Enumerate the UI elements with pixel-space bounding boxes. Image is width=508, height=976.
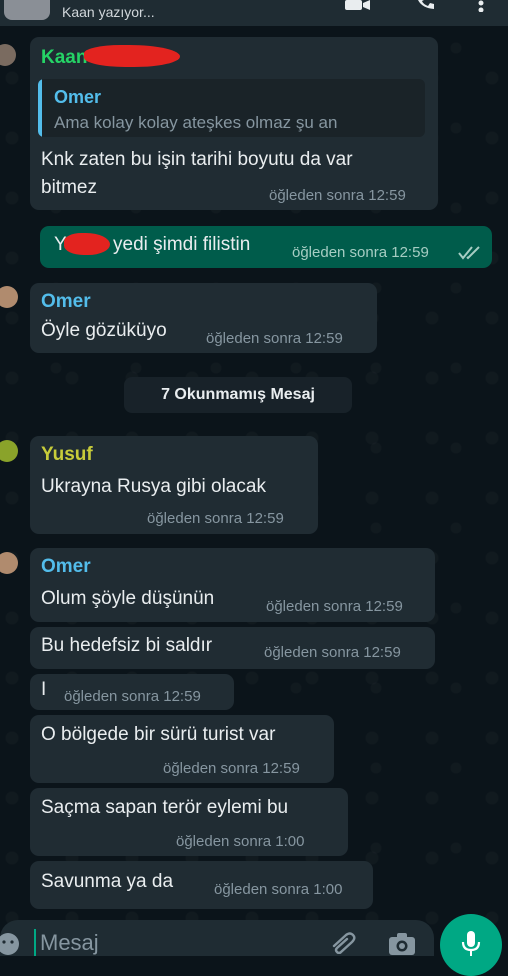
attach-icon[interactable] (330, 932, 358, 954)
message-composer[interactable]: Mesaj (0, 920, 434, 956)
message-time: öğleden sonra 12:59 (266, 598, 403, 615)
message-text: Bu hedefsiz bi saldır (41, 635, 213, 656)
message-time: öğleden sonra 12:59 (163, 760, 300, 777)
message-text: Ukrayna Rusya gibi olacak (41, 476, 266, 497)
message-bubble[interactable]: I öğleden sonra 12:59 (30, 674, 234, 710)
message-bubble[interactable]: Omer Öyle gözüküyo öğleden sonra 12:59 (30, 283, 377, 353)
message-bubble[interactable]: Yusuf Ukrayna Rusya gibi olacak öğleden … (30, 436, 318, 534)
text-cursor (34, 929, 36, 956)
quoted-message[interactable]: Omer Ama kolay kolay ateşkes olmaz şu an (38, 79, 425, 137)
outgoing-message-bubble[interactable]: Y yedi şimdi filistin öğleden sonra 12:5… (40, 226, 492, 268)
sender-name: Omer (41, 291, 91, 312)
message-text: yedi şimdi filistin (113, 234, 251, 255)
message-time: öğleden sonra 12:59 (264, 644, 401, 661)
message-time: öğleden sonra 12:59 (269, 187, 406, 204)
message-bubble[interactable]: Kaan Omer Ama kolay kolay ateşkes olmaz … (30, 37, 438, 210)
message-bubble[interactable]: O bölgede bir sürü turist var öğleden so… (30, 715, 334, 783)
message-input[interactable]: Mesaj (40, 930, 99, 956)
message-bubble[interactable]: Omer Olum şöyle düşünün öğleden sonra 12… (30, 548, 435, 622)
phone-icon[interactable] (416, 0, 436, 10)
message-text: Saçma sapan terör eylemi bu (41, 797, 289, 818)
message-time: öğleden sonra 1:00 (176, 833, 305, 850)
unread-messages-divider: 7 Okunmamış Mesaj (124, 377, 352, 413)
sender-name: Kaan (41, 47, 88, 68)
sender-name: Omer (41, 556, 91, 577)
message-text: Savunma ya da (41, 871, 174, 892)
message-time: öğleden sonra 12:59 (206, 330, 343, 347)
quote-bar (38, 79, 42, 137)
contact-photo[interactable] (4, 0, 50, 20)
message-time: öğleden sonra 12:59 (292, 244, 429, 261)
message-time: öğleden sonra 12:59 (64, 688, 201, 705)
emoji-icon[interactable] (0, 932, 20, 956)
message-text: O bölgede bir sürü turist var (41, 724, 276, 745)
redaction-mark (84, 45, 180, 67)
redaction-mark (64, 233, 110, 255)
read-receipt-icon (458, 246, 480, 260)
sender-name: Yusuf (41, 444, 93, 465)
message-bubble[interactable]: Saçma sapan terör eylemi bu öğleden sonr… (30, 788, 348, 856)
camera-icon[interactable] (388, 932, 416, 956)
voice-record-button[interactable] (440, 914, 502, 976)
typing-status: Kaan yazıyor... (62, 4, 155, 20)
message-time: öğleden sonra 1:00 (214, 881, 343, 898)
quote-sender: Omer (54, 87, 102, 107)
message-text: Olum şöyle düşünün (41, 588, 215, 609)
message-text: bitmez (41, 177, 97, 198)
more-options-icon[interactable] (478, 0, 484, 12)
message-text: I (41, 679, 47, 700)
message-time: öğleden sonra 12:59 (147, 510, 284, 527)
chat-header[interactable]: Kaan yazıyor... (0, 0, 508, 26)
message-bubble[interactable]: Bu hedefsiz bi saldır öğleden sonra 12:5… (30, 627, 435, 669)
quote-text: Ama kolay kolay ateşkes olmaz şu an (54, 113, 338, 132)
message-text: Öyle gözüküyo (41, 320, 167, 341)
video-call-icon[interactable] (345, 0, 371, 12)
mic-icon (461, 931, 481, 956)
message-bubble[interactable]: Savunma ya da öğleden sonra 1:00 (30, 861, 373, 909)
message-text: Knk zaten bu işin tarihi boyutu da var (41, 149, 353, 170)
